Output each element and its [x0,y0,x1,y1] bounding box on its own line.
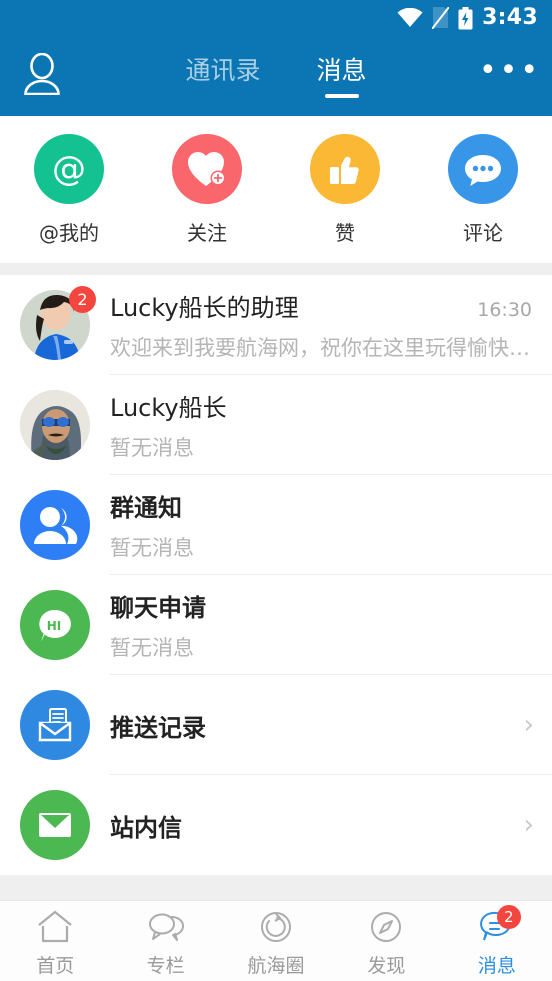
message-title: 群通知 [110,494,182,522]
nav-item-circle[interactable]: 航海圈 [221,904,331,978]
person-icon [23,52,61,99]
heart-plus-icon [172,134,242,204]
svg-text:HI: HI [47,619,62,633]
section-separator [0,263,552,275]
hi-bubble-icon: HI [20,590,90,660]
nav-item-home-label: 首页 [36,955,75,977]
wifi-icon [397,8,423,28]
nav-unread-badge: 2 [496,905,521,929]
message-content: 聊天申请 暂无消息 [110,575,534,675]
message-row-group-notice[interactable]: 群通知 暂无消息 [0,475,552,575]
avatar-wrap [20,390,90,460]
tab-messages-label: 消息 [316,56,367,85]
more-options-button[interactable]: ••• [468,53,552,91]
message-list: 2 Lucky船长的助理 16:30 欢迎来到我要航海网，祝你在这里玩得愉快！… [0,275,552,875]
entry-line: 推送记录 › [110,675,534,775]
message-header: 群通知 [110,488,534,523]
tab-contacts[interactable]: 通讯录 [183,52,262,100]
nav-item-discover[interactable]: 发现 [331,904,441,978]
avatar-wrap: 2 [20,286,96,360]
bottom-navigation: 首页 专栏 航海圈 发现 2 消息 [0,900,552,981]
tab-messages[interactable]: 消息 [315,52,369,100]
profile-button[interactable] [0,52,84,99]
battery-charging-icon [458,6,473,30]
inbox-mail-icon [20,790,90,860]
quick-action-at-me-label: @我的 [39,221,99,245]
message-header: Lucky船长的助理 16:30 [110,288,534,323]
push-mail-icon [20,690,90,760]
app-header: 通讯录 消息 ••• [0,36,552,116]
avatar-wrap: HI [20,590,90,660]
status-time: 3:43 [482,5,538,30]
message-preview: 暂无消息 [110,536,194,560]
entry-row-site-mail[interactable]: 站内信 › [0,775,552,875]
tab-active-indicator [324,94,359,98]
nav-item-messages-label: 消息 [477,955,516,977]
chevron-right-icon: › [523,710,534,740]
header-tabs: 通讯录 消息 [84,52,468,100]
message-row-assistant[interactable]: 2 Lucky船长的助理 16:30 欢迎来到我要航海网，祝你在这里玩得愉快！… [0,275,552,375]
comment-icon [448,134,518,204]
entry-title: 站内信 [110,813,182,842]
quick-action-like[interactable]: 赞 [276,134,414,246]
quick-action-follow-label: 关注 [187,221,227,245]
nav-item-circle-label: 航海圈 [247,955,305,977]
message-row-captain[interactable]: Lucky船长 暂无消息 [0,375,552,475]
message-header: 聊天申请 [110,588,534,623]
chevron-right-icon: › [523,810,534,840]
message-content: Lucky船长 暂无消息 [110,375,534,475]
nav-item-columns-label: 专栏 [146,955,185,977]
message-preview: 暂无消息 [110,436,194,460]
message-content: 群通知 暂无消息 [110,475,534,575]
more-horizontal-icon: ••• [478,53,542,88]
avatar-wrap [20,490,90,560]
avatar-wrap [20,690,90,760]
quick-actions-bar: @ @我的 关注 赞 评论 [0,116,552,263]
message-title: 聊天申请 [110,594,206,622]
group-icon [20,490,90,560]
columns-icon [146,908,186,946]
message-title: Lucky船长的助理 [110,294,299,322]
at-icon: @ [34,134,104,204]
status-bar: 3:43 [0,0,552,36]
message-header: Lucky船长 [110,388,534,423]
quick-action-at-me[interactable]: @ @我的 [0,134,138,246]
message-icon: 2 [477,905,521,946]
avatar-wrap [20,790,90,860]
entry-content: 推送记录 › [110,675,534,775]
nav-item-discover-label: 发现 [367,955,406,977]
entry-line: 站内信 › [110,775,534,875]
no-sim-icon [432,7,450,29]
circle-icon [256,908,296,946]
entry-row-push-records[interactable]: 推送记录 › [0,675,552,775]
nav-item-columns[interactable]: 专栏 [110,904,220,978]
tab-contacts-label: 通讯录 [185,56,261,85]
quick-action-comment-label: 评论 [463,221,503,245]
entry-title: 推送记录 [110,713,206,742]
nav-item-home[interactable]: 首页 [0,904,110,978]
message-title: Lucky船长 [110,394,227,422]
thumbs-up-icon [310,134,380,204]
message-preview: 暂无消息 [110,636,194,660]
unread-badge: 2 [69,286,96,313]
message-preview: 欢迎来到我要航海网，祝你在这里玩得愉快！… [110,336,530,360]
nav-item-messages[interactable]: 2 消息 [442,904,552,978]
compass-icon [366,908,406,946]
photo-avatar-captain [20,390,90,460]
message-content: Lucky船长的助理 16:30 欢迎来到我要航海网，祝你在这里玩得愉快！… [110,275,534,375]
quick-action-like-label: 赞 [335,221,355,245]
home-icon [35,908,75,946]
message-time: 16:30 [477,299,532,321]
app-screen: 3:43 通讯录 消息 ••• @ @我的 关注 赞 评论 2 Lucky船长的… [0,0,552,981]
message-row-chat-request[interactable]: HI 聊天申请 暂无消息 [0,575,552,675]
entry-content: 站内信 › [110,775,534,875]
quick-action-follow[interactable]: 关注 [138,134,276,246]
quick-action-comment[interactable]: 评论 [414,134,552,246]
svg-text:@: @ [52,149,86,189]
